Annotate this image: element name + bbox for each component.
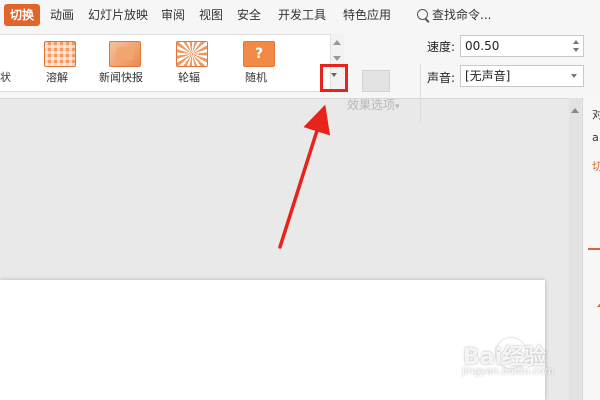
effect-options-button[interactable]: 效果选项▾ [347,96,400,113]
news-flash-icon[interactable] [109,41,141,67]
scroll-up-icon[interactable] [571,108,579,113]
transition-gallery: 状 溶解 新闻快报 轮辐 ? 随机 [0,34,334,92]
menu-tab-animation[interactable]: 动画 [50,4,74,26]
side-panel-tab[interactable]: 切 [592,158,600,174]
menu-tab-developer[interactable]: 开发工具 [278,4,326,26]
sound-label: 声音: [427,71,456,85]
menu-tab-special[interactable]: 特色应用 [343,4,391,26]
effect-options-label: 效果选项 [347,98,396,112]
sound-select[interactable]: [无声音] [460,65,584,87]
gallery-scroll-up-icon[interactable] [333,40,341,45]
menu-bar: 切换 动画 幻灯片放映 审阅 视图 安全 开发工具 特色应用 查找命令... [0,0,600,30]
speed-label: 速度: [427,40,456,54]
search-command[interactable]: 查找命令... [432,4,491,26]
side-panel-item[interactable]: a [592,131,599,144]
gallery-scroll-down-icon[interactable] [333,56,341,61]
ribbon-divider [420,64,421,122]
speed-input[interactable]: 00.50 [460,35,584,57]
menu-tab-transition[interactable]: 切换 [4,4,41,26]
side-panel-title: 对 [592,106,600,122]
menu-tab-view[interactable]: 视图 [199,4,223,26]
side-panel: 对 a 切 [582,98,600,400]
search-icon[interactable] [417,9,428,20]
arrow-line [278,104,331,249]
speed-value: 00.50 [465,39,500,53]
dropdown-arrow-icon[interactable] [571,74,577,78]
dissolve-icon[interactable] [44,41,76,67]
menu-tab-security[interactable]: 安全 [237,4,261,26]
chevron-down-icon: ▾ [395,102,400,112]
random-icon[interactable]: ? [243,41,275,67]
highlight-box [320,64,348,92]
menu-tab-slideshow[interactable]: 幻灯片放映 [88,4,148,26]
gallery-item-label[interactable]: 随机 [245,69,267,85]
ribbon: 状 溶解 新闻快报 轮辐 ? 随机 效果选项▾ 速度: 00.50 声音: [无… [0,30,600,122]
gallery-item-label[interactable]: 溶解 [46,69,68,85]
spin-down-icon[interactable] [573,48,579,52]
spin-up-icon[interactable] [573,40,579,44]
gallery-item-label[interactable]: 轮辐 [178,69,200,85]
vertical-scrollbar[interactable] [569,98,581,400]
watermark-url: jingyan.baidu.com [462,366,555,377]
side-panel-underline [588,248,600,250]
gallery-partial-label[interactable]: 状 [0,69,11,85]
effect-options-icon[interactable] [362,70,390,92]
menu-tab-review[interactable]: 审阅 [161,4,185,26]
wheel-icon[interactable] [176,41,208,67]
gallery-item-label[interactable]: 新闻快报 [99,69,143,85]
sound-value: [无声音] [465,69,511,83]
